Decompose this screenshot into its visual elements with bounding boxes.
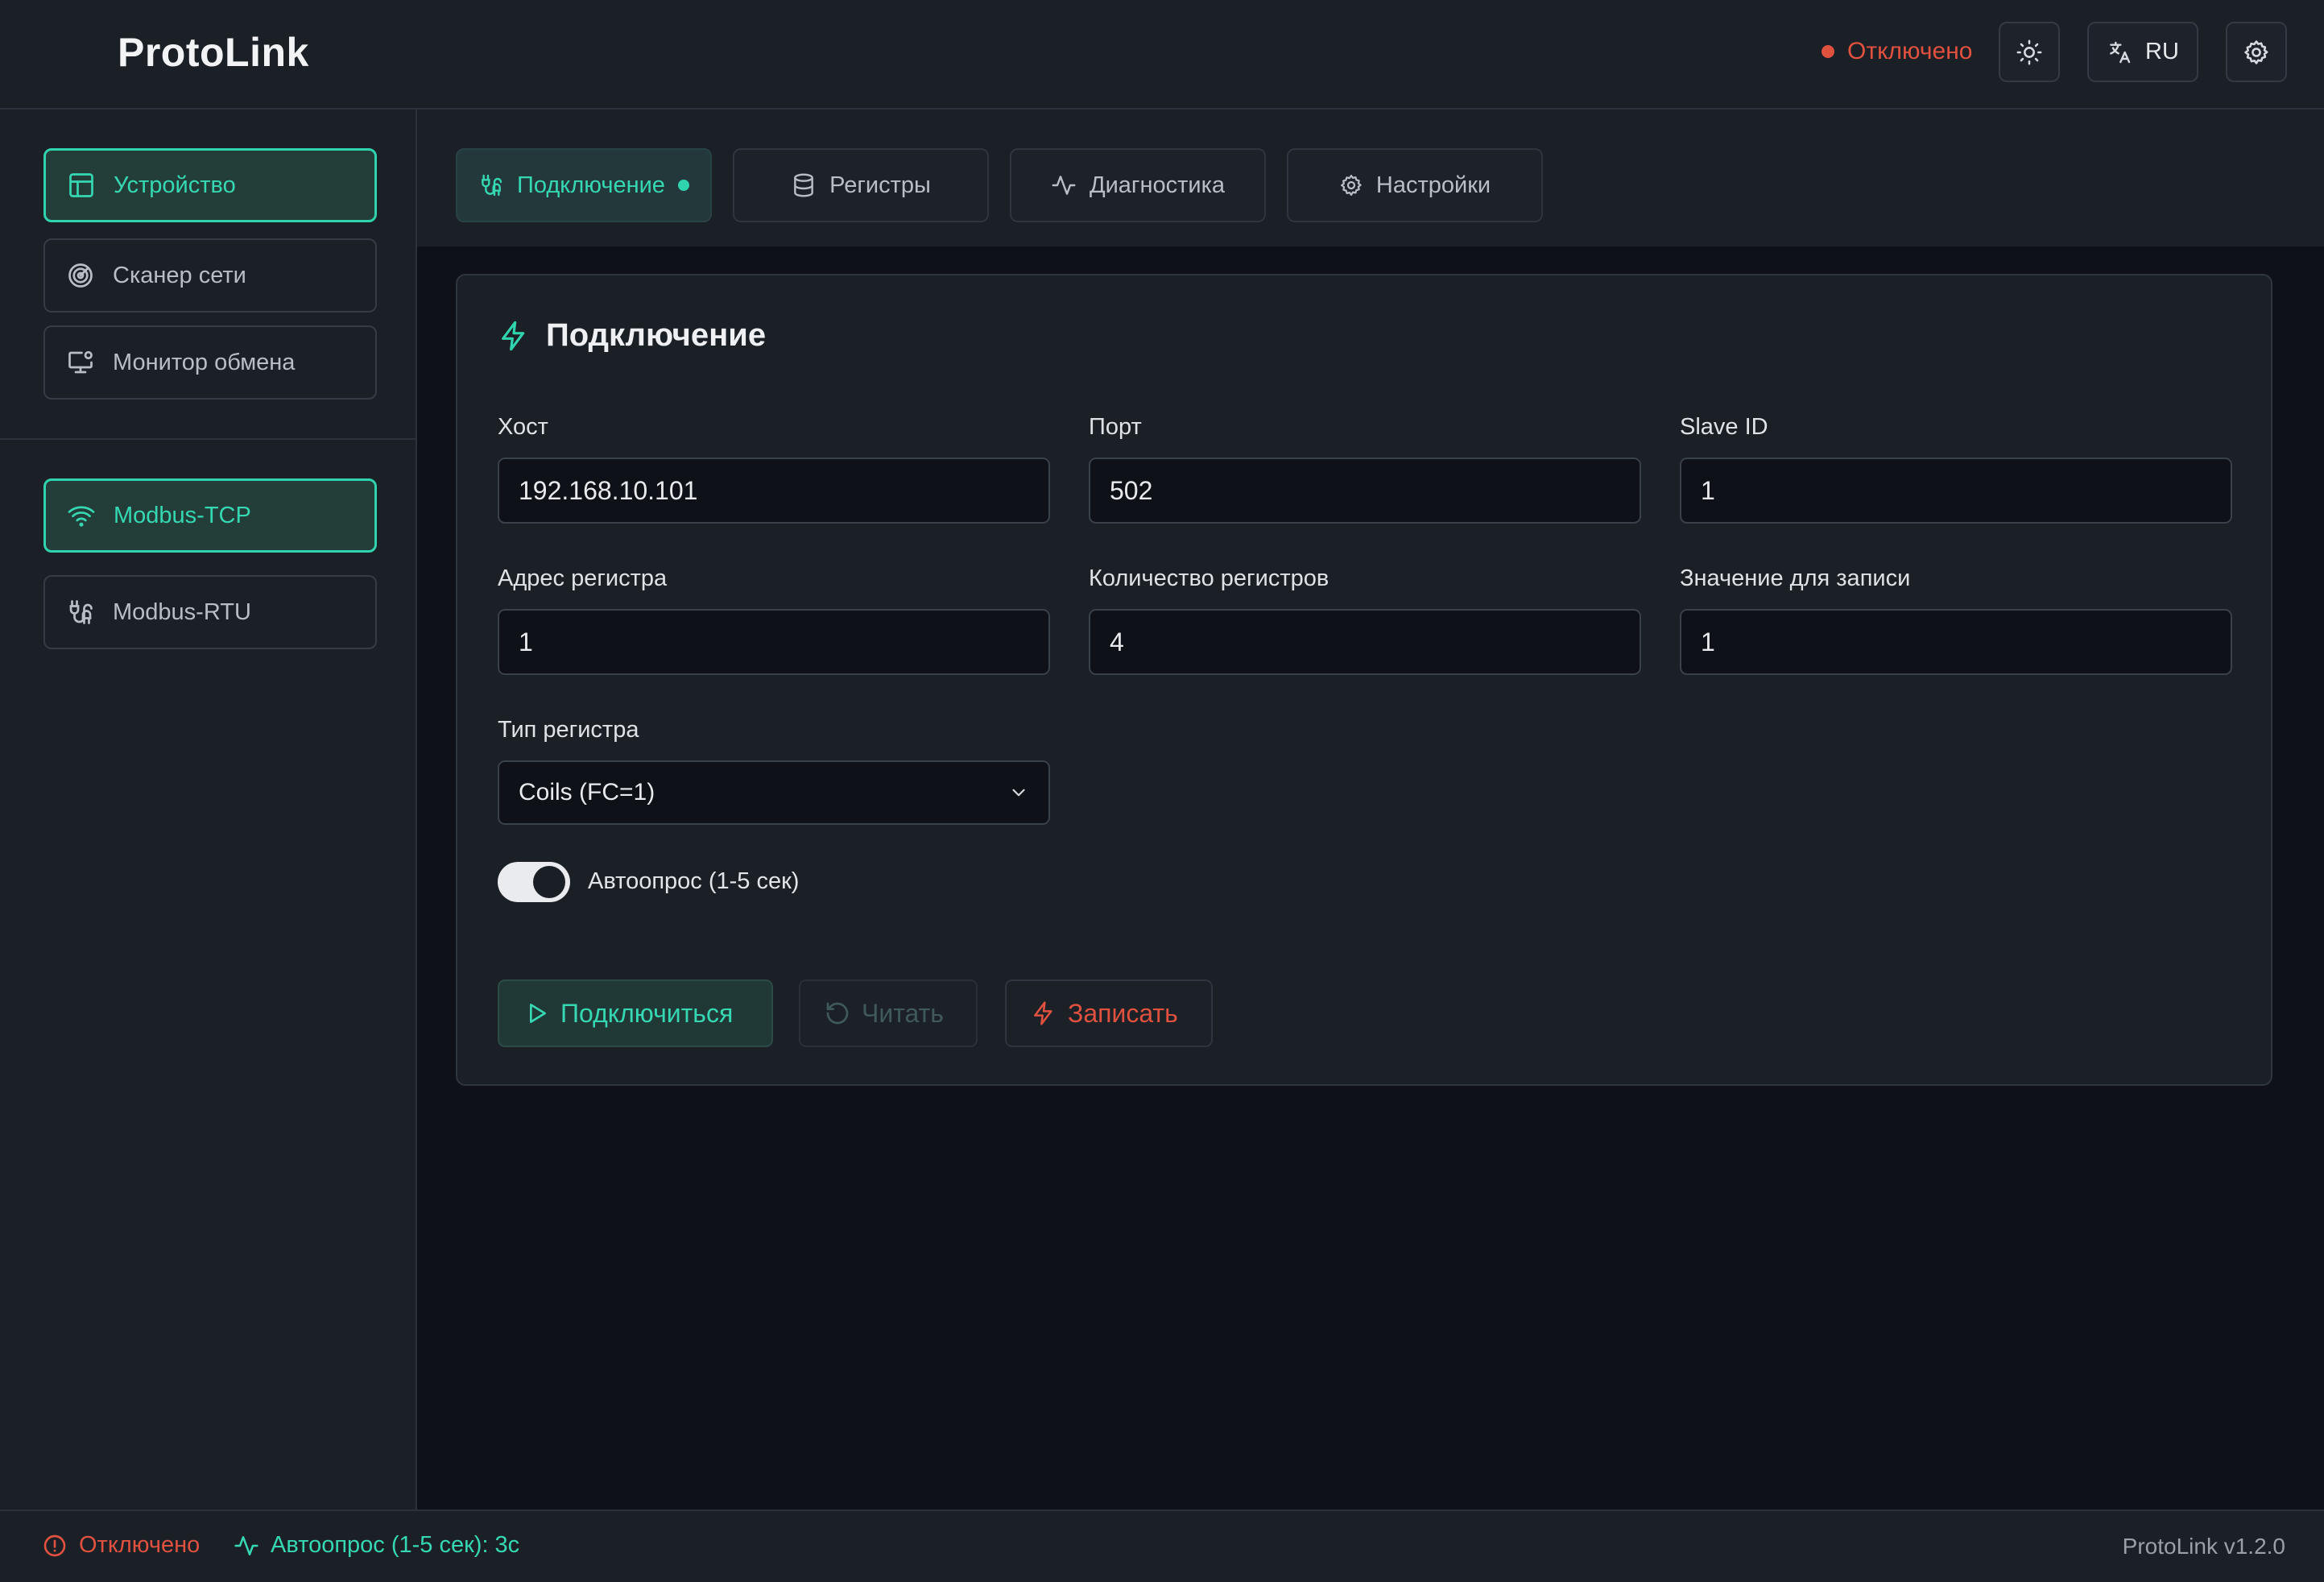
sidebar: Устройство Сканер сети Монитор обмена Mo… xyxy=(0,110,417,1510)
statusbar-connection: Отключено xyxy=(42,1532,200,1559)
alert-circle-icon xyxy=(42,1533,68,1559)
slave-id-label: Slave ID xyxy=(1680,414,1768,440)
sidebar-item-label: Монитор обмена xyxy=(113,349,296,375)
statusbar-auto-poll: Автоопрос (1-5 сек): 3с xyxy=(234,1532,519,1559)
register-type-value: Coils (FC=1) xyxy=(519,779,655,805)
status-dot xyxy=(1822,45,1834,58)
write-button-label: Записать xyxy=(1068,998,1178,1028)
language-label: RU xyxy=(2145,39,2179,64)
tab-registers[interactable]: Регистры xyxy=(733,148,989,222)
host-input[interactable] xyxy=(498,458,1050,524)
statusbar-connection-text: Отключено xyxy=(79,1532,201,1558)
toggle-knob xyxy=(533,866,565,898)
register-address-label: Адрес регистра xyxy=(498,565,668,591)
tab-label: Диагностика xyxy=(1089,172,1226,198)
read-button[interactable]: Читать xyxy=(799,979,978,1047)
sun-icon xyxy=(2016,39,2043,66)
app-version: ProtoLink v1.2.0 xyxy=(2122,1534,2285,1559)
write-button[interactable]: Записать xyxy=(1005,979,1213,1047)
app-header: ProtoLink Отключено RU xyxy=(0,0,2324,110)
gear-icon xyxy=(1339,173,1363,197)
tab-bar: Подключение Регистры Диагностика Настрой… xyxy=(417,110,2324,246)
register-type-label: Тип регистра xyxy=(498,717,639,743)
tab-label: Регистры xyxy=(829,172,931,198)
chevron-down-icon xyxy=(1008,782,1029,803)
register-count-input[interactable] xyxy=(1089,609,1641,675)
tab-settings[interactable]: Настройки xyxy=(1287,148,1543,222)
register-address-input[interactable] xyxy=(498,609,1050,675)
sidebar-item-label: Устройство xyxy=(114,172,236,198)
activity-icon xyxy=(234,1533,259,1559)
write-value-label: Значение для записи xyxy=(1680,565,1911,591)
app-logo: ProtoLink xyxy=(118,30,309,75)
tab-diagnostics[interactable]: Диагностика xyxy=(1010,148,1266,222)
bolt-icon xyxy=(498,320,530,352)
sidebar-item-device[interactable]: Устройство xyxy=(43,148,377,222)
tab-label: Настройки xyxy=(1375,172,1491,198)
settings-button[interactable] xyxy=(2226,22,2287,82)
sidebar-item-modbus-rtu[interactable]: Modbus-RTU xyxy=(43,575,377,649)
activity-icon xyxy=(1051,172,1077,198)
sidebar-divider xyxy=(0,438,416,440)
refresh-icon xyxy=(825,1000,850,1026)
connection-panel: Подключение Хост Порт Slave ID Адрес рег… xyxy=(456,274,2272,1086)
play-icon xyxy=(523,1000,549,1026)
tab-label: Подключение xyxy=(517,172,665,198)
host-label: Хост xyxy=(498,414,548,440)
sidebar-item-label: Modbus-TCP xyxy=(114,502,251,528)
gear-icon xyxy=(2243,39,2270,66)
connection-status: Отключено xyxy=(1822,35,1972,68)
connect-button[interactable]: Подключиться xyxy=(498,979,773,1047)
port-input[interactable] xyxy=(1089,458,1641,524)
cable-icon xyxy=(66,598,95,627)
sidebar-item-label: Modbus-RTU xyxy=(113,598,251,625)
statusbar-auto-poll-text: Автоопрос (1-5 сек): 3с xyxy=(271,1532,520,1558)
connect-button-label: Подключиться xyxy=(560,998,734,1028)
theme-toggle-button[interactable] xyxy=(1999,22,2060,82)
register-type-select[interactable]: Coils (FC=1) xyxy=(498,760,1050,825)
layout-icon xyxy=(67,171,96,200)
sidebar-item-network-scanner[interactable]: Сканер сети xyxy=(43,238,377,313)
bolt-icon xyxy=(1031,1000,1057,1026)
sidebar-item-exchange-monitor[interactable]: Монитор обмена xyxy=(43,325,377,400)
monitor-icon xyxy=(66,348,95,377)
sidebar-item-modbus-tcp[interactable]: Modbus-TCP xyxy=(43,478,377,553)
sidebar-item-label: Сканер сети xyxy=(113,262,246,288)
cable-icon xyxy=(478,172,504,198)
status-bar: Отключено Автоопрос (1-5 сек): 3с ProtoL… xyxy=(0,1510,2324,1582)
auto-poll-toggle[interactable] xyxy=(498,862,570,902)
radar-icon xyxy=(66,261,95,290)
panel-title: Подключение xyxy=(498,317,766,354)
panel-title-text: Подключение xyxy=(546,317,767,353)
language-button[interactable]: RU xyxy=(2087,22,2198,82)
port-label: Порт xyxy=(1089,414,1142,440)
wifi-icon xyxy=(67,501,96,530)
slave-id-input[interactable] xyxy=(1680,458,2232,524)
tab-connection[interactable]: Подключение xyxy=(456,148,712,222)
read-button-label: Читать xyxy=(862,998,944,1028)
translate-icon xyxy=(2107,39,2132,65)
connection-status-text: Отключено xyxy=(1847,38,1973,64)
auto-poll-label: Автоопрос (1-5 сек) xyxy=(588,868,800,894)
register-count-label: Количество регистров xyxy=(1089,565,1329,591)
active-tab-indicator xyxy=(677,180,689,191)
write-value-input[interactable] xyxy=(1680,609,2232,675)
database-icon xyxy=(791,172,817,198)
